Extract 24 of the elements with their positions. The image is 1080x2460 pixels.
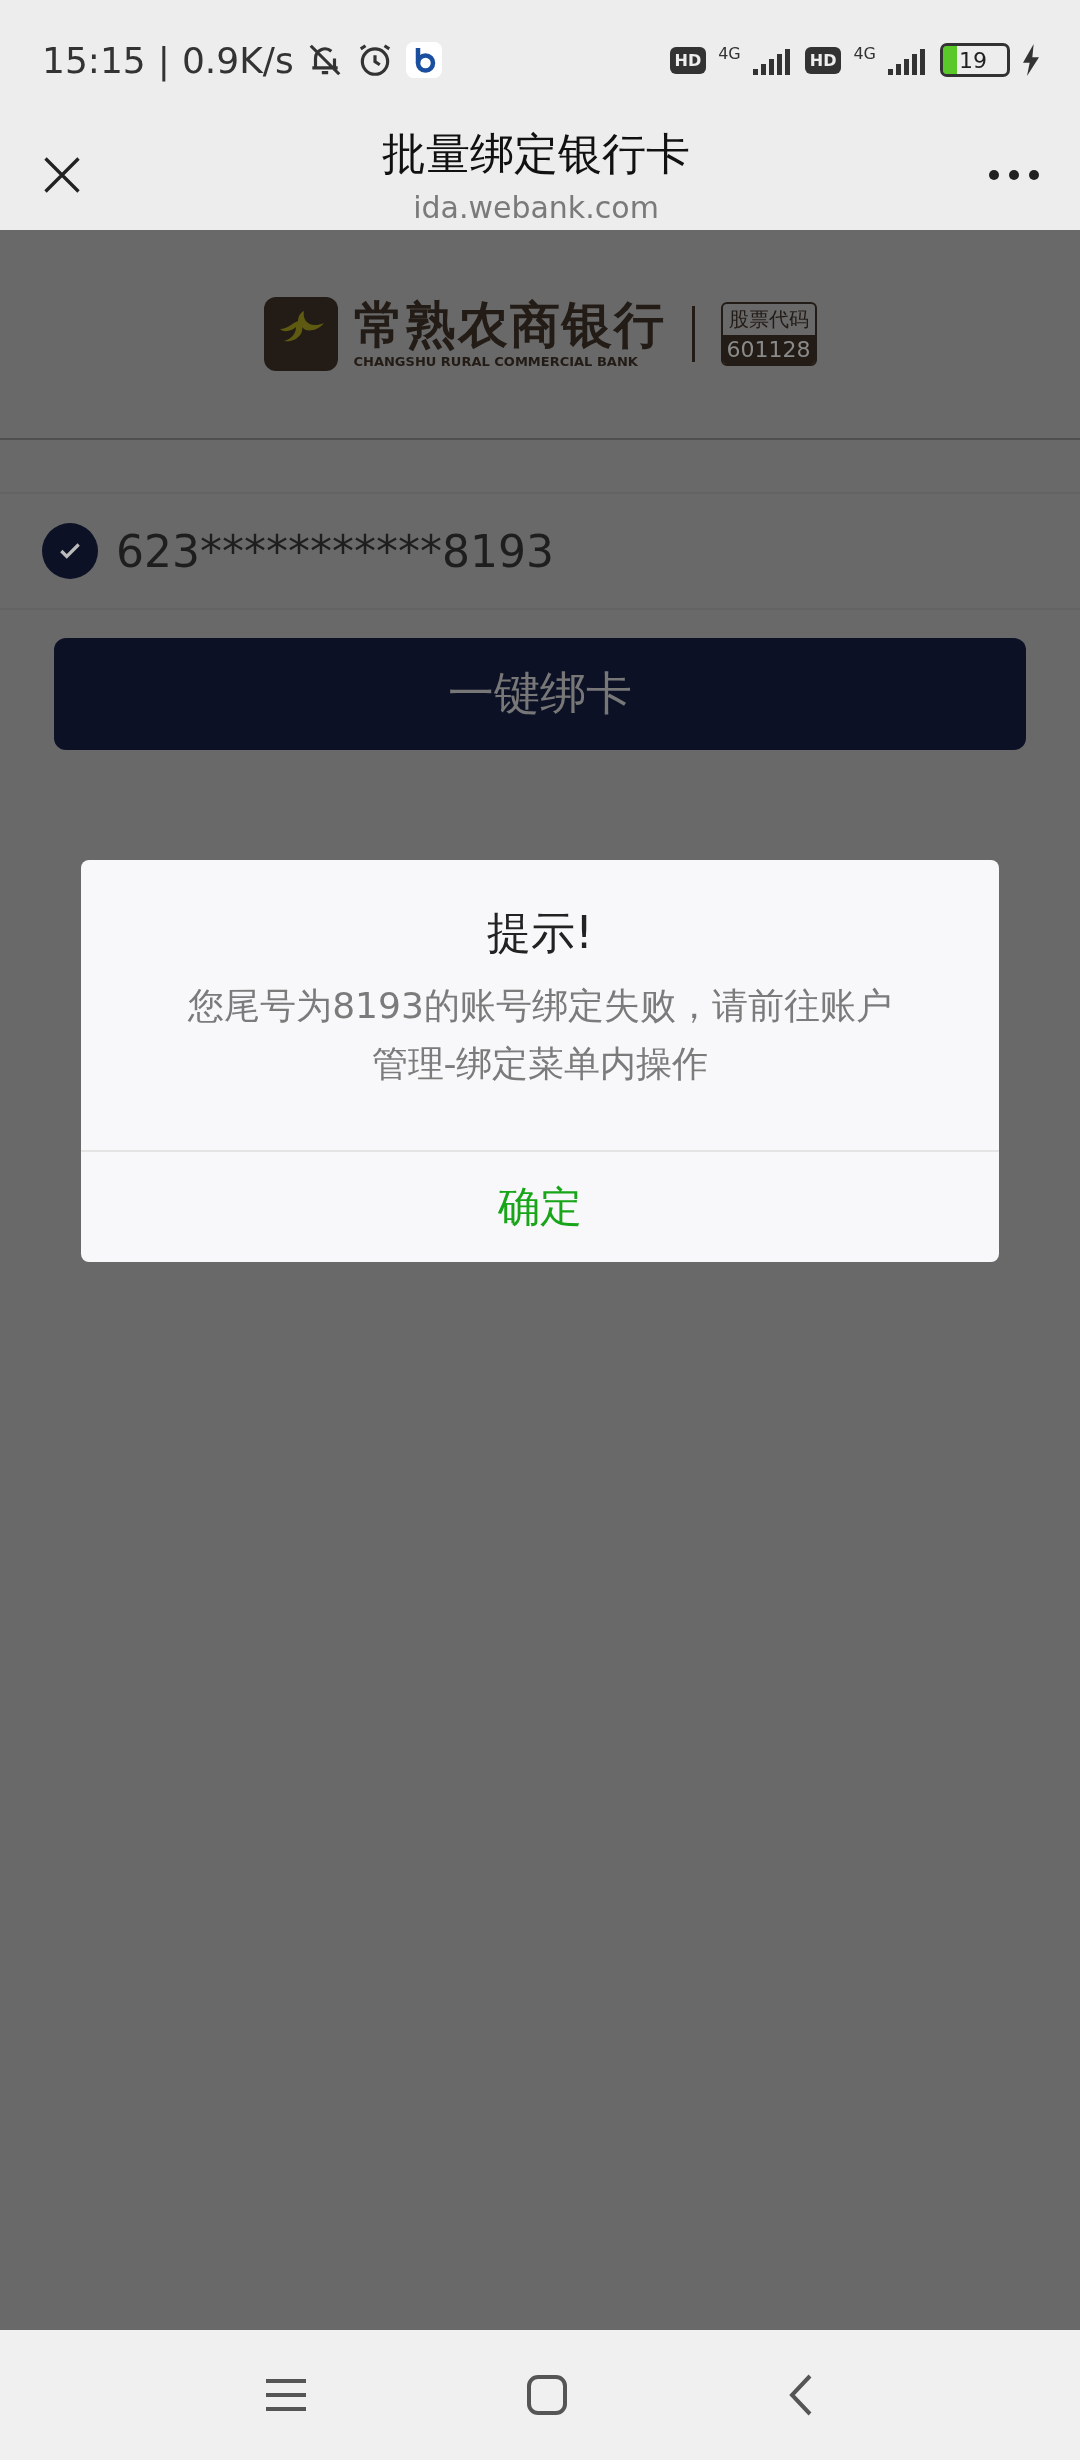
network-type: 4G [853, 44, 876, 63]
bank-logo-icon [263, 297, 338, 371]
confirm-button[interactable]: 确定 [81, 1150, 999, 1263]
time: 15:15 [42, 39, 146, 81]
dialog-message: 您尾号为8193的账号绑定失败，请前往账户管理-绑定菜单内操作 [187, 984, 893, 1086]
bind-card-button[interactable]: 一键绑卡 [54, 638, 1026, 750]
page-url: ida.webank.com [413, 190, 659, 225]
page-title: 批量绑定银行卡 [382, 127, 690, 181]
battery-level: 19 [959, 47, 987, 73]
network-type: 4G [718, 44, 741, 63]
separator: | [157, 39, 170, 81]
hd-badge: HD [669, 46, 707, 74]
stock-code: 601128 [722, 335, 815, 364]
network-speed: 0.9K/s [181, 39, 294, 81]
hd-badge: HD [804, 46, 842, 74]
app-icon [405, 42, 442, 78]
card-number: 623***********8193 [116, 525, 554, 577]
checkbox[interactable] [42, 523, 98, 579]
dialog-title: 提示! [487, 906, 593, 960]
more-icon [988, 169, 1040, 181]
bank-english-name: CHANGSHU RURAL COMMERCIAL BANK [353, 353, 639, 369]
charging-icon [1022, 44, 1040, 76]
stock-label: 股票代码 [727, 306, 810, 333]
bank-name: 常熟农商银行 [353, 299, 666, 350]
